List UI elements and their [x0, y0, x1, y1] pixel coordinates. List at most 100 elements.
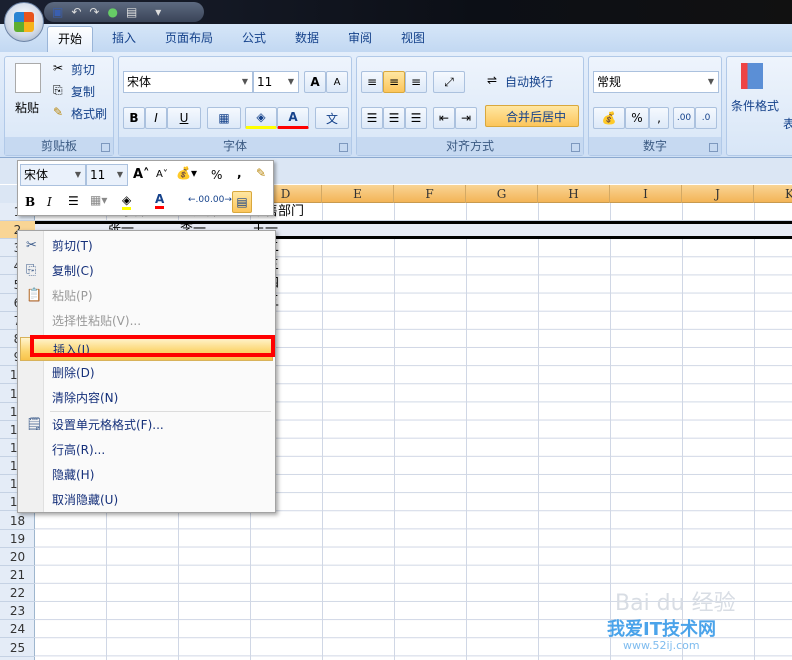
row-header-25[interactable]: 25 [0, 639, 35, 657]
align-top-button[interactable]: ≡ [361, 71, 383, 93]
mini-bold-button[interactable]: B [25, 195, 35, 209]
borders-button[interactable]: ▦ [207, 107, 241, 129]
mini-font-name-select[interactable]: 宋体 ▼ [20, 164, 86, 186]
grow-font-icon[interactable]: A˄ [133, 167, 150, 182]
menu-item-unhide[interactable]: 取消隐藏(U) [20, 488, 273, 512]
menu-item-copy[interactable]: ⎘ 复制(C) [20, 259, 273, 283]
mini-comma-button[interactable]: , [237, 166, 242, 180]
format-cells-icon: 🗒 [26, 417, 43, 432]
tab-review[interactable]: 审阅 [348, 29, 372, 46]
mini-font-size-select[interactable]: 11 ▼ [86, 164, 128, 186]
align-right-button[interactable]: ☰ [405, 107, 427, 129]
office-button[interactable] [4, 2, 44, 42]
column-header-j[interactable]: J [682, 185, 754, 203]
underline-button[interactable]: U [167, 107, 201, 129]
format-as-table-button[interactable]: 表 [783, 115, 792, 132]
menu-item-hide[interactable]: 隐藏(H) [20, 463, 273, 487]
mini-italic-button[interactable]: I [47, 195, 52, 209]
copy-button[interactable]: 复制 [71, 83, 95, 100]
increase-decimal-button[interactable]: .00 [673, 107, 695, 129]
decrease-indent-button[interactable]: ⇤ [433, 107, 455, 129]
percent-button[interactable]: % [625, 107, 649, 129]
menu-item-format-cells[interactable]: 🗒 设置单元格格式(F)... [20, 413, 273, 437]
bold-button[interactable]: B [123, 107, 145, 129]
column-header-g[interactable]: G [466, 185, 538, 203]
tab-page-layout[interactable]: 页面布局 [165, 29, 213, 46]
number-format-select[interactable]: 常规 ▼ [593, 71, 719, 93]
form-icon[interactable]: ▤ [126, 5, 137, 19]
conditional-format-icon [741, 63, 763, 89]
increase-decimal-icon[interactable]: ←.00 [188, 195, 210, 205]
merge-center-icon[interactable]: ▤ [232, 191, 252, 213]
format-painter-button[interactable]: 格式刷 [71, 105, 107, 122]
align-center-button[interactable]: ☰ [383, 107, 405, 129]
row-header-21[interactable]: 21 [0, 566, 35, 584]
dialog-launcher-icon[interactable] [709, 143, 718, 152]
phonetic-button[interactable]: 文 [315, 107, 349, 129]
shrink-font-icon[interactable]: A˅ [156, 169, 168, 180]
column-header-k[interactable]: K [754, 185, 792, 203]
currency-icon: 💰 [601, 111, 617, 125]
tab-formulas[interactable]: 公式 [242, 29, 266, 46]
menu-item-paste[interactable]: 📋 粘贴(P) [20, 284, 273, 308]
undo-icon[interactable]: ↶ [71, 5, 81, 19]
align-middle-button[interactable]: ≡ [383, 71, 405, 93]
font-name-select[interactable]: 宋体 ▼ [123, 71, 253, 93]
grow-font-button[interactable]: A [304, 71, 326, 93]
menu-item-paste-special[interactable]: 选择性粘贴(V)... [20, 309, 273, 333]
tab-insert[interactable]: 插入 [112, 29, 136, 46]
currency-button[interactable]: 💰 [593, 107, 625, 129]
decrease-decimal-button[interactable]: .0 [695, 107, 717, 129]
styles-group: 条件格式 表 [726, 56, 792, 156]
font-size-value: 11 [257, 75, 273, 89]
wrap-text-button[interactable]: 自动换行 [505, 73, 553, 90]
column-header-i[interactable]: I [610, 185, 682, 203]
align-left-button[interactable]: ☰ [361, 107, 383, 129]
hyperlink-icon[interactable]: ● [107, 5, 117, 19]
tab-home[interactable]: 开始 [47, 26, 94, 53]
paste-button[interactable]: 粘贴 [15, 99, 39, 116]
customize-icon[interactable]: ▾ [155, 5, 161, 19]
align-bottom-button[interactable]: ≡ [405, 71, 427, 93]
tab-view[interactable]: 视图 [401, 29, 425, 46]
comma-button[interactable]: , [649, 107, 669, 129]
borders-icon[interactable]: ▦▾ [90, 193, 107, 207]
redo-icon[interactable]: ↷ [89, 5, 99, 19]
column-header-e[interactable]: E [322, 185, 394, 203]
save-icon[interactable]: ▣ [52, 5, 63, 19]
tab-data[interactable]: 数据 [295, 29, 319, 46]
row-header-24[interactable]: 24 [0, 620, 35, 639]
format-painter-icon[interactable]: ✎ [256, 166, 266, 180]
dialog-launcher-icon[interactable] [339, 143, 348, 152]
shrink-font-button[interactable]: A [326, 71, 348, 93]
currency-icon[interactable]: 💰▾ [176, 166, 197, 180]
center-align-icon[interactable]: ☰ [68, 194, 79, 208]
italic-button[interactable]: I [145, 107, 167, 129]
menu-item-cut[interactable]: ✂ 剪切(T) [20, 234, 273, 258]
menu-item-row-height[interactable]: 行高(R)... [20, 438, 273, 462]
font-color-icon[interactable]: A [155, 192, 165, 209]
menu-item-delete[interactable]: 删除(D) [20, 361, 273, 385]
font-color-button[interactable]: A [277, 107, 309, 129]
fill-color-button[interactable]: ◈ [245, 107, 277, 129]
font-size-select[interactable]: 11 ▼ [253, 71, 299, 93]
increase-indent-button[interactable]: ⇥ [455, 107, 477, 129]
column-header-f[interactable]: F [394, 185, 466, 203]
conditional-format-button[interactable]: 条件格式 [731, 97, 779, 114]
dialog-launcher-icon[interactable] [571, 143, 580, 152]
cut-button[interactable]: 剪切 [71, 61, 95, 78]
merge-center-button[interactable]: 合并后居中 [485, 105, 579, 127]
menu-item-clear-contents[interactable]: 清除内容(N) [20, 386, 273, 410]
row-header-22[interactable]: 22 [0, 584, 35, 603]
mini-percent-button[interactable]: % [211, 168, 222, 182]
merge-center-label: 合并后居中 [506, 109, 567, 124]
row-header-20[interactable]: 20 [0, 548, 35, 566]
decrease-decimal-icon[interactable]: .00→ [210, 195, 232, 205]
fill-color-icon[interactable]: ◈ [122, 193, 132, 210]
row-header-23[interactable]: 23 [0, 602, 35, 621]
row-header-19[interactable]: 19 [0, 530, 35, 548]
dialog-launcher-icon[interactable] [101, 143, 110, 152]
orientation-button[interactable]: ⤢ [433, 71, 465, 93]
row-header-18[interactable]: 18 [0, 512, 35, 530]
column-header-h[interactable]: H [538, 185, 610, 203]
